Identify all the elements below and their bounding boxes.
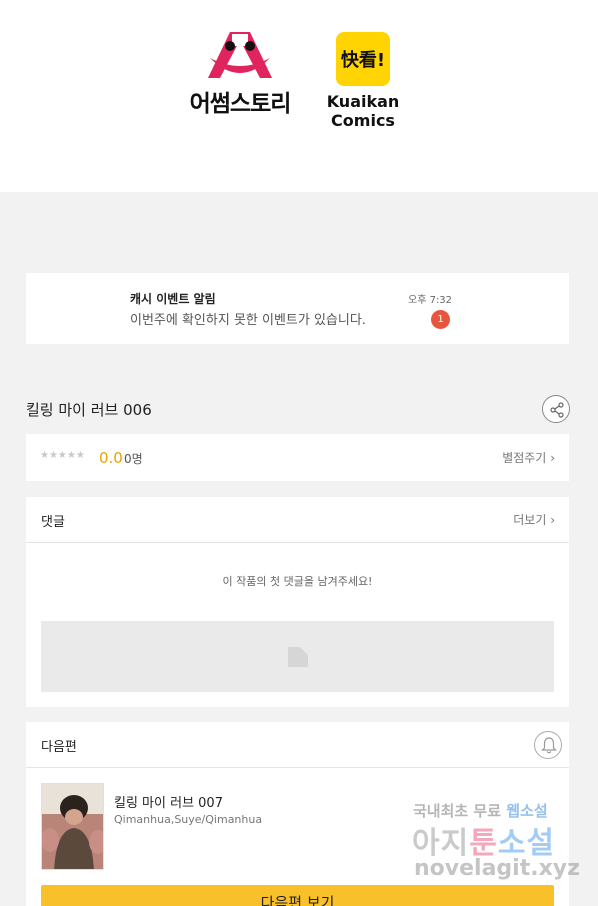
next-episode-thumbnail[interactable] [41, 783, 104, 870]
next-episode-button[interactable]: 다음편 보기 [41, 885, 554, 906]
publisher-banner: 어썸스토리 快看! Kuaikan Comics [0, 0, 598, 192]
notice-title: 캐시 이벤트 알림 [130, 292, 216, 306]
next-episode-section-title: 다음편 [41, 740, 77, 755]
next-episode-authors: Qimanhua,Suye/Qimanhua [114, 813, 263, 826]
chevron-right-icon: › [550, 513, 555, 527]
next-episode-header: 다음편 [26, 722, 569, 768]
awesome-story-wordmark: 어썸스토리 [189, 91, 292, 117]
kuaikan-logo: 快看! Kuaikan Comics [304, 30, 422, 130]
notice-message: 이번주에 확인하지 못한 이벤트가 있습니다. [130, 313, 366, 328]
rating-bar: ★★★★★ 0.0 0명 별점주기 › [26, 434, 569, 481]
watermark-url: novelagit.xyz [414, 856, 580, 881]
bell-icon [541, 737, 557, 754]
comments-header: 댓글 더보기 › [26, 497, 569, 543]
chevron-right-icon: › [550, 451, 555, 465]
episode-title: 킬링 마이 러브 006 [26, 401, 152, 419]
cash-event-notice[interactable]: 캐시 이벤트 알림 이번주에 확인하지 못한 이벤트가 있습니다. 오후 7:3… [26, 273, 569, 344]
comments-more-label: 더보기 [513, 513, 547, 527]
notice-count-badge: 1 [431, 310, 450, 329]
rating-count: 0명 [124, 452, 143, 466]
notification-button[interactable] [534, 731, 562, 759]
comic-thumbnail-image [42, 784, 103, 869]
awesome-story-smile-icon [208, 32, 272, 78]
star-rating-icons: ★★★★★ [40, 450, 85, 461]
kuaikan-wordmark: Kuaikan Comics [326, 92, 400, 130]
awesome-story-logo: 어썸스토리 [184, 28, 296, 117]
comments-empty-message: 이 작품의 첫 댓글을 남겨주세요! [222, 575, 373, 588]
site-watermark: 국내최초 무료 웹소설 아지툰소설 novelagit.xyz [410, 798, 585, 888]
kuaikan-badge: 快看! [336, 32, 390, 86]
comments-section: 댓글 더보기 › 이 작품의 첫 댓글을 남겨주세요! [26, 497, 569, 707]
rating-score: 0.0 [99, 449, 123, 467]
ad-placeholder[interactable] [41, 621, 554, 692]
share-button[interactable] [542, 395, 570, 423]
rate-button[interactable]: 별점주기 › [502, 449, 555, 466]
comments-title: 댓글 [41, 515, 65, 530]
comments-more-button[interactable]: 더보기 › [513, 511, 555, 528]
share-icon [550, 402, 564, 418]
image-placeholder-icon [288, 647, 308, 667]
next-episode-title[interactable]: 킬링 마이 러브 007 [114, 792, 223, 811]
notice-time: 오후 7:32 [408, 295, 453, 306]
rate-button-label: 별점주기 [502, 451, 547, 465]
kuaikan-badge-text: 快看! [340, 50, 386, 71]
